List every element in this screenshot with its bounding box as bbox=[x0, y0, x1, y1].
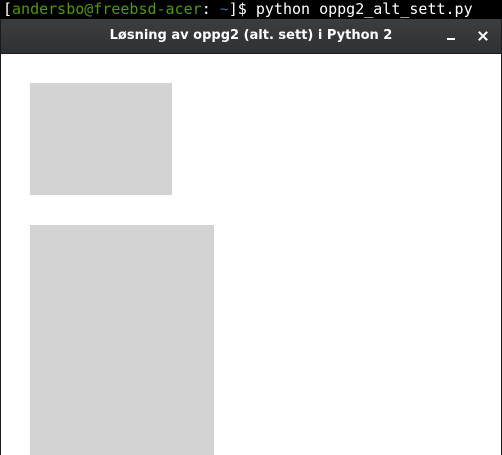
window-title: Løsning av oppg2 (alt. sett) i Python 2 bbox=[109, 28, 393, 43]
terminal-prompt-end: ]$ bbox=[228, 0, 256, 18]
app-window: Løsning av oppg2 (alt. sett) i Python 2 bbox=[0, 19, 502, 455]
terminal-prompt-line: [andersbo@freebsd-acer: ~]$ python oppg2… bbox=[0, 0, 502, 19]
minimize-icon bbox=[447, 38, 455, 40]
terminal-colon: : bbox=[201, 0, 211, 18]
terminal-user-host: andersbo@freebsd-acer bbox=[12, 0, 202, 18]
terminal-open-bracket: [ bbox=[3, 0, 13, 18]
minimize-button[interactable] bbox=[438, 19, 464, 53]
terminal-command: python oppg2_alt_sett.py bbox=[255, 0, 473, 18]
gray-rectangle-large bbox=[30, 225, 214, 455]
drawing-canvas bbox=[1, 54, 501, 455]
terminal-path: ~ bbox=[210, 0, 229, 18]
close-icon bbox=[478, 30, 488, 41]
window-titlebar[interactable]: Løsning av oppg2 (alt. sett) i Python 2 bbox=[1, 19, 501, 54]
close-button[interactable] bbox=[470, 19, 496, 53]
gray-rectangle-small bbox=[30, 83, 172, 195]
